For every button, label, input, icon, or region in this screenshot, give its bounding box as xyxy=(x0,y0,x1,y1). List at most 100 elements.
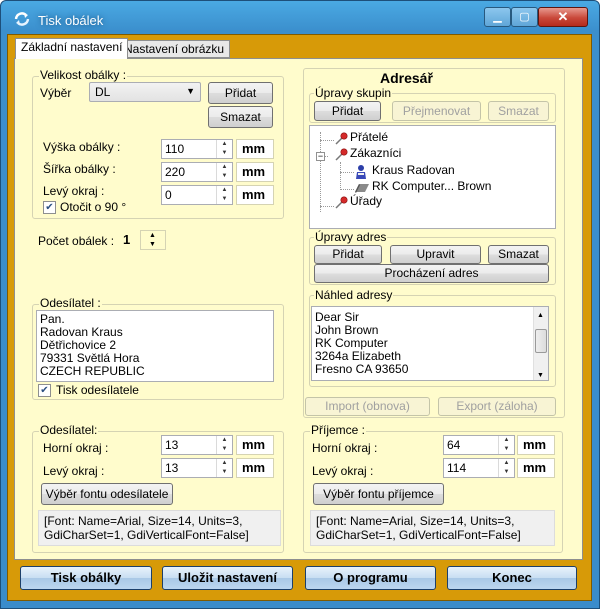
tree-item-urady[interactable]: Úřady xyxy=(350,194,382,208)
spin-up-icon[interactable]: ▲ xyxy=(149,232,156,239)
recipient-left-unit: mm xyxy=(517,458,555,478)
red-pin-icon xyxy=(334,148,348,165)
rotate-label: Otočit o 90 ° xyxy=(60,200,127,214)
delete-format-button[interactable]: Smazat xyxy=(208,106,273,128)
left-margin-spinner[interactable]: 0 ▲ ▼ xyxy=(161,185,233,205)
envelope-app-icon xyxy=(13,11,31,27)
red-pin-icon xyxy=(334,132,348,149)
title-bar[interactable]: Tisk obálek ▁ ▢ ✕ xyxy=(1,1,599,35)
select-label: Výběr xyxy=(40,86,72,100)
sender-left-unit: mm xyxy=(236,458,274,478)
width-unit: mm xyxy=(236,162,274,182)
print-sender-checkbox[interactable]: ✔ xyxy=(38,384,51,397)
spin-up-icon[interactable]: ▲ xyxy=(499,459,514,468)
count-spinner[interactable]: ▲ ▼ xyxy=(140,230,166,250)
height-value: 110 xyxy=(165,142,185,156)
spin-down-icon[interactable]: ▼ xyxy=(217,468,232,477)
spin-up-icon[interactable]: ▲ xyxy=(217,459,232,468)
tab-basic-settings[interactable]: Základní nastavení xyxy=(15,38,129,59)
minimize-button[interactable]: ▁ xyxy=(484,7,511,27)
preview-scrollbar[interactable]: ▲ ▼ xyxy=(533,307,548,380)
tree-item-rk-computer[interactable]: RK Computer... Brown xyxy=(372,179,491,193)
recipient-top-value: 64 xyxy=(447,438,461,452)
spin-up-icon[interactable]: ▲ xyxy=(217,140,232,149)
import-button[interactable]: Import (obnova) xyxy=(305,397,430,416)
spin-down-icon[interactable]: ▼ xyxy=(149,241,156,248)
height-label: Výška obálky : xyxy=(43,140,121,154)
count-label: Počet obálek : xyxy=(38,234,115,248)
sender-position-label: Odesílatel: xyxy=(39,423,99,437)
maximize-button[interactable]: ▢ xyxy=(511,7,538,27)
print-sender-label: Tisk odesílatele xyxy=(56,383,139,397)
sender-top-unit: mm xyxy=(236,435,274,455)
sender-left-label: Levý okraj : xyxy=(43,464,105,478)
recipient-font-info: [Font: Name=Arial, Size=14, Units=3, Gdi… xyxy=(310,510,555,546)
about-button[interactable]: O programu xyxy=(305,566,436,590)
spin-down-icon[interactable]: ▼ xyxy=(499,468,514,477)
address-preview-box: Dear Sir John Brown RK Computer 3264a El… xyxy=(311,306,549,381)
spin-up-icon[interactable]: ▲ xyxy=(217,186,232,195)
dropdown-arrow-icon: ▼ xyxy=(186,86,195,96)
width-spinner[interactable]: 220 ▲ ▼ xyxy=(161,162,233,182)
recipient-top-label: Horní okraj : xyxy=(312,441,378,455)
preview-line: Fresno CA 93650 xyxy=(315,362,409,376)
close-button[interactable]: ✕ xyxy=(538,7,588,27)
spin-down-icon[interactable]: ▼ xyxy=(217,195,232,204)
spin-up-icon[interactable]: ▲ xyxy=(499,436,514,445)
scroll-up-icon[interactable]: ▲ xyxy=(537,309,544,322)
address-tree[interactable]: Přátelé − Zákazníci Kraus Radovan RK Com… xyxy=(309,125,556,229)
recipient-top-spinner[interactable]: 64 ▲ ▼ xyxy=(443,435,515,455)
spin-down-icon[interactable]: ▼ xyxy=(499,445,514,454)
browse-addresses-button[interactable]: Procházení adres xyxy=(314,264,549,283)
tab-image-settings[interactable]: Nastavení obrázku xyxy=(118,40,231,58)
address-delete-button[interactable]: Smazat xyxy=(488,245,549,264)
export-button[interactable]: Export (záloha) xyxy=(438,397,556,416)
width-label: Šířka obálky : xyxy=(43,162,116,176)
sender-top-value: 13 xyxy=(165,438,179,452)
spin-up-icon[interactable]: ▲ xyxy=(217,163,232,172)
spin-up-icon[interactable]: ▲ xyxy=(217,436,232,445)
scroll-thumb[interactable] xyxy=(535,329,547,353)
exit-button[interactable]: Konec xyxy=(447,566,577,590)
address-edit-label: Úpravy adres xyxy=(314,230,388,244)
address-add-button[interactable]: Přidat xyxy=(314,245,382,264)
sender-line: CZECH REPUBLIC xyxy=(40,364,145,378)
envelope-format-value: DL xyxy=(95,85,111,99)
address-edit-button[interactable]: Upravit xyxy=(390,245,481,264)
recipient-left-spinner[interactable]: 114 ▲ ▼ xyxy=(443,458,515,478)
spin-down-icon[interactable]: ▼ xyxy=(217,445,232,454)
spin-down-icon[interactable]: ▼ xyxy=(217,172,232,181)
sender-font-button[interactable]: Výběr fontu odesílatele xyxy=(41,483,173,505)
height-unit: mm xyxy=(236,139,274,159)
envelope-format-select[interactable]: DL ▼ xyxy=(89,82,201,102)
sender-top-spinner[interactable]: 13 ▲ ▼ xyxy=(161,435,233,455)
recipient-top-unit: mm xyxy=(517,435,555,455)
save-settings-button[interactable]: Uložit nastavení xyxy=(162,566,293,590)
tree-item-pratele[interactable]: Přátelé xyxy=(350,130,388,144)
sender-left-value: 13 xyxy=(165,461,179,475)
person-icon xyxy=(354,164,368,183)
group-rename-button[interactable]: Přejmenovat xyxy=(392,101,481,121)
tree-item-zakaznici[interactable]: Zákazníci xyxy=(350,146,401,160)
recipient-font-button[interactable]: Výběr fontu příjemce xyxy=(313,483,444,505)
group-edit-label: Úpravy skupin xyxy=(314,86,393,100)
address-book-title: Adresář xyxy=(380,70,433,86)
sender-address-textarea[interactable]: Pan. Radovan Kraus Dětřichovice 2 79331 … xyxy=(36,310,274,382)
sender-left-spinner[interactable]: 13 ▲ ▼ xyxy=(161,458,233,478)
left-margin-label: Levý okraj : xyxy=(43,184,105,198)
rotate-checkbox[interactable]: ✔ xyxy=(43,201,56,214)
collapse-toggle-icon[interactable]: − xyxy=(316,152,325,161)
height-spinner[interactable]: 110 ▲ ▼ xyxy=(161,139,233,159)
group-delete-button[interactable]: Smazat xyxy=(488,101,549,121)
tree-item-kraus[interactable]: Kraus Radovan xyxy=(372,163,455,177)
scroll-down-icon[interactable]: ▼ xyxy=(537,369,544,382)
print-envelope-button[interactable]: Tisk obálky xyxy=(20,566,152,590)
group-add-button[interactable]: Přidat xyxy=(314,101,381,121)
recipient-left-label: Levý okraj : xyxy=(312,464,374,478)
sender-label: Odesílatel : xyxy=(39,296,102,310)
add-format-button[interactable]: Přidat xyxy=(208,82,273,104)
window-title: Tisk obálek xyxy=(38,13,104,28)
spin-down-icon[interactable]: ▼ xyxy=(217,149,232,158)
recipient-left-value: 114 xyxy=(447,461,467,475)
count-value: 1 xyxy=(123,232,131,247)
